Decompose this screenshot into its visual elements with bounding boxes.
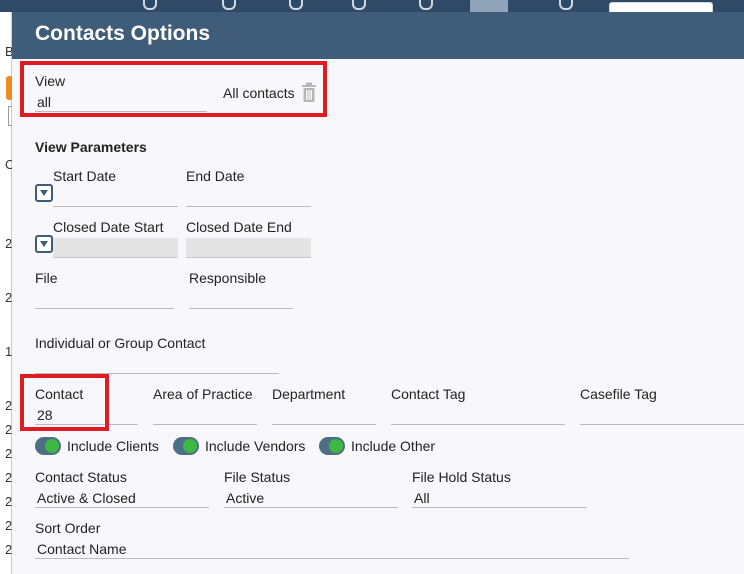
view-parameters-title: View Parameters	[35, 139, 147, 155]
area-of-practice-input[interactable]	[153, 405, 257, 425]
file-input[interactable]	[35, 289, 174, 309]
file-label: File	[35, 270, 58, 286]
individual-group-label: Individual or Group Contact	[35, 335, 206, 351]
include-vendors-toggle[interactable]: Include Vendors	[173, 436, 305, 456]
dollar-icon	[352, 0, 366, 10]
start-date-field[interactable]: Start Date	[53, 168, 178, 207]
contact-status-field[interactable]: Contact Status Active & Closed	[35, 469, 209, 508]
reports-tab	[470, 0, 508, 12]
contacts-options-dialog: Contacts Options View all All contacts V…	[12, 12, 744, 574]
closed-date-start-label: Closed Date Start	[53, 219, 164, 235]
calendar-icon	[143, 0, 157, 10]
file-status-label: File Status	[224, 469, 291, 485]
chevron-down-icon[interactable]	[35, 235, 53, 253]
closed-date-start-input[interactable]	[53, 238, 178, 258]
casefile-tag-input[interactable]	[580, 405, 744, 425]
toggle-switch[interactable]	[319, 437, 345, 455]
responsible-input[interactable]	[189, 289, 293, 309]
file-hold-status-label: File Hold Status	[412, 469, 511, 485]
file-status-field[interactable]: File Status Active	[224, 469, 398, 508]
file-field[interactable]: File	[35, 270, 174, 309]
bank-icon	[419, 0, 433, 10]
department-field[interactable]: Department	[272, 386, 376, 425]
toggle-switch[interactable]	[35, 437, 61, 455]
start-date-label: Start Date	[53, 168, 117, 184]
include-vendors-label: Include Vendors	[205, 438, 306, 454]
contact-tag-label: Contact Tag	[391, 386, 466, 402]
dialog-title: Contacts Options	[12, 12, 744, 59]
responsible-label: Responsible	[189, 270, 267, 286]
end-date-input[interactable]	[186, 187, 311, 207]
individual-group-input[interactable]	[35, 354, 279, 374]
closed-date-end-input[interactable]	[186, 238, 311, 258]
sort-order-select[interactable]: Contact Name	[35, 539, 629, 559]
area-of-practice-field[interactable]: Area of Practice	[153, 386, 257, 425]
view-highlight-box	[20, 61, 327, 117]
contact-tag-input[interactable]	[391, 405, 565, 425]
sort-order-field[interactable]: Sort Order Contact Name	[35, 520, 629, 559]
responsible-field[interactable]: Responsible	[189, 270, 293, 309]
contact-highlight-box	[20, 374, 109, 431]
file-status-select[interactable]: Active	[224, 488, 398, 508]
background-sidebar: B C 2 2 1 2 2 2 2 2 2 2	[0, 12, 14, 574]
file-hold-status-select[interactable]: All	[412, 488, 587, 508]
individual-group-field[interactable]: Individual or Group Contact	[35, 335, 279, 374]
area-of-practice-label: Area of Practice	[153, 386, 253, 402]
closed-date-start-field[interactable]: Closed Date Start	[53, 219, 178, 258]
chevron-down-icon[interactable]	[35, 184, 53, 202]
contact-status-select[interactable]: Active & Closed	[35, 488, 209, 508]
background-toolbar	[0, 0, 744, 14]
include-other-label: Include Other	[351, 438, 436, 454]
end-date-field[interactable]: End Date	[186, 168, 311, 207]
toggle-switch[interactable]	[173, 437, 199, 455]
closed-date-end-label: Closed Date End	[186, 219, 292, 235]
include-clients-toggle[interactable]: Include Clients	[35, 436, 159, 456]
casefile-tag-field[interactable]: Casefile Tag	[580, 386, 744, 425]
contact-tag-field[interactable]: Contact Tag	[391, 386, 565, 425]
file-hold-status-field[interactable]: File Hold Status All	[412, 469, 587, 508]
closed-date-end-field[interactable]: Closed Date End	[186, 219, 311, 258]
include-clients-label: Include Clients	[67, 438, 159, 454]
start-date-input[interactable]	[53, 187, 178, 207]
casefile-tag-label: Casefile Tag	[580, 386, 657, 402]
sort-order-label: Sort Order	[35, 520, 101, 536]
add-icon	[289, 0, 303, 10]
user-icon	[222, 0, 236, 10]
briefcase-icon	[559, 0, 573, 10]
end-date-label: End Date	[186, 168, 245, 184]
department-input[interactable]	[272, 405, 376, 425]
contact-status-label: Contact Status	[35, 469, 127, 485]
department-label: Department	[272, 386, 346, 402]
include-other-toggle[interactable]: Include Other	[319, 436, 435, 456]
